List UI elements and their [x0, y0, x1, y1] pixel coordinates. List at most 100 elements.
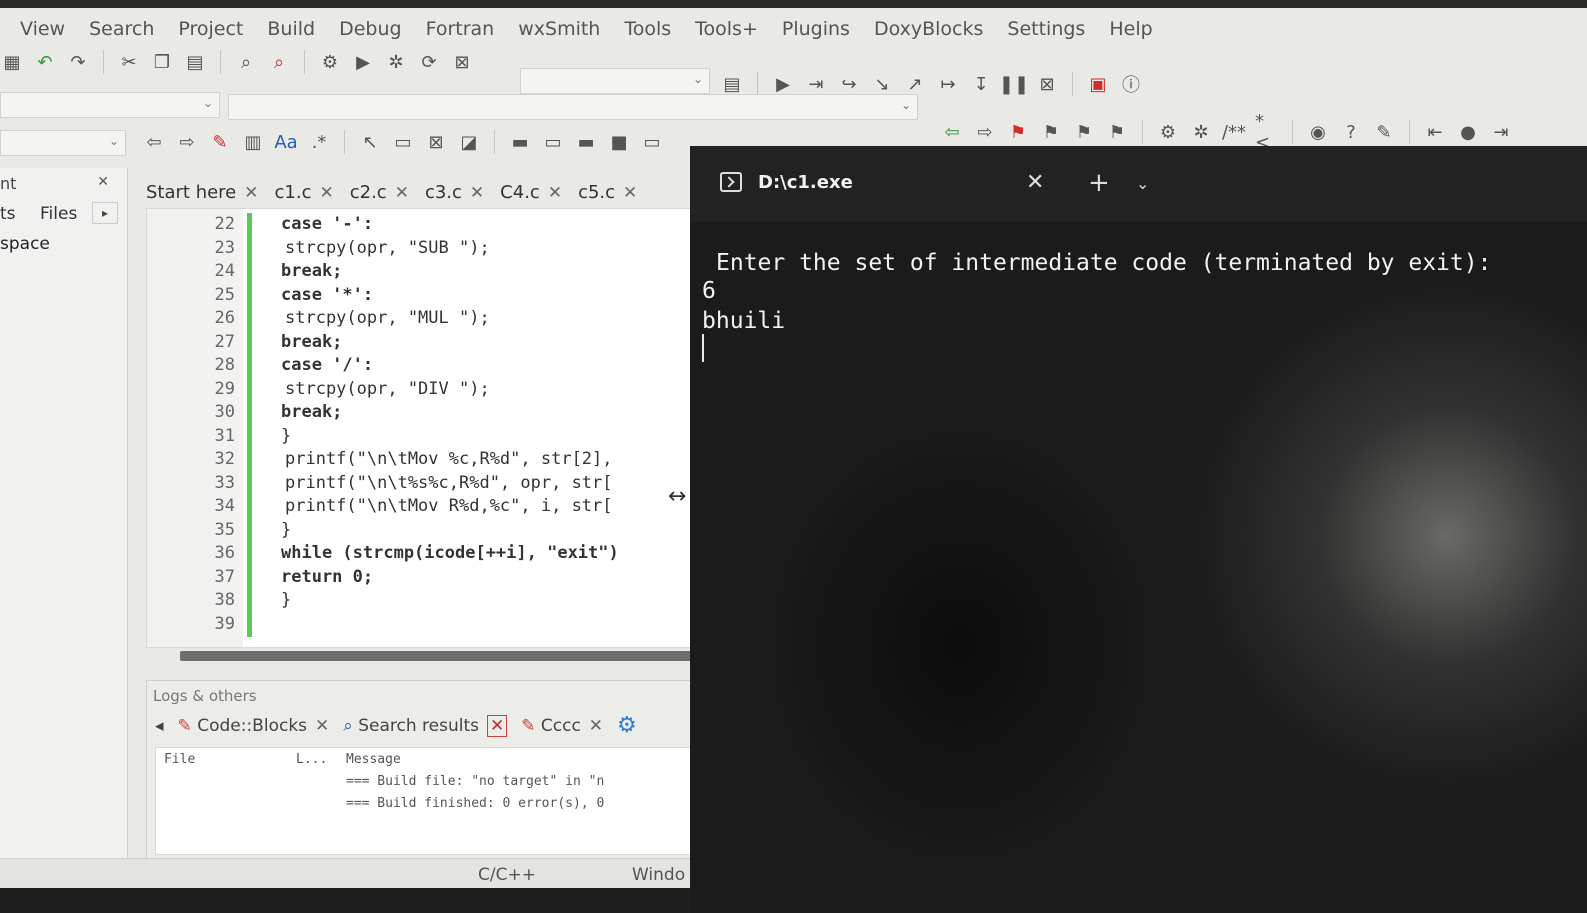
debug-window-icon[interactable]: ▤	[720, 72, 744, 96]
step-into-instruction-icon[interactable]: ↧	[969, 72, 993, 96]
close-icon[interactable]: ✕	[623, 183, 637, 203]
tab-files[interactable]: Files	[40, 204, 77, 224]
close-icon[interactable]: ✕	[548, 183, 562, 203]
build-target-combo[interactable]: ⌄	[520, 68, 710, 94]
workspace-node[interactable]: space	[0, 234, 50, 254]
horizontal-scrollbar[interactable]	[180, 651, 700, 661]
doxy-chm-icon[interactable]: ?	[1339, 120, 1363, 144]
bookmark-next-icon[interactable]: ⚑	[1072, 120, 1096, 144]
bookmark-prev-icon[interactable]: ⚑	[1039, 120, 1063, 144]
tab-search-results[interactable]: ⌕ Search results ✕	[343, 714, 508, 737]
menu-item-settings[interactable]: Settings	[1007, 18, 1085, 40]
tab-start-here[interactable]: Start here ✕	[138, 178, 267, 209]
save-all-icon[interactable]: ▦	[0, 50, 24, 74]
menu-item-plugins[interactable]: Plugins	[782, 18, 850, 40]
function-combo[interactable]: ⌄	[228, 94, 918, 120]
step-into-icon[interactable]: ↘	[870, 72, 894, 96]
close-icon[interactable]: ✕	[470, 183, 484, 203]
tab-c2[interactable]: c2.c ✕	[342, 178, 417, 209]
redo-icon[interactable]: ↷	[66, 50, 90, 74]
cut-icon[interactable]: ✂	[117, 50, 141, 74]
menu-item-build[interactable]: Build	[267, 18, 315, 40]
menu-item-project[interactable]: Project	[178, 18, 243, 40]
pause-icon[interactable]: ❚❚	[999, 72, 1029, 96]
terminal-window[interactable]: D:\c1.exe ✕ + ⌄ Enter the set of interme…	[690, 146, 1587, 913]
rebuild-icon[interactable]: ⟳	[417, 50, 441, 74]
doxy-extract-icon[interactable]: ✎	[1372, 120, 1396, 144]
fold-right-icon[interactable]: ⇥	[1489, 120, 1513, 144]
bookmark-toggle-icon[interactable]: ⚑	[1006, 120, 1030, 144]
doxy-html-icon[interactable]: ◉	[1306, 120, 1330, 144]
rectangle-icon[interactable]: ▭	[391, 130, 415, 154]
menu-item-search[interactable]: Search	[89, 18, 154, 40]
tab-c4[interactable]: C4.c ✕	[492, 178, 570, 209]
logs-scroll-left-icon[interactable]: ◂	[155, 716, 164, 736]
back-icon[interactable]: ⇦	[142, 130, 166, 154]
search-combo[interactable]: ⌄	[0, 130, 126, 156]
jump-back-icon[interactable]: ⇦	[940, 120, 964, 144]
close-icon[interactable]: ✕	[315, 716, 329, 736]
menu-item-tools[interactable]: Tools	[624, 18, 671, 40]
abort-icon[interactable]: ⊠	[450, 50, 474, 74]
menu-item-doxyblocks[interactable]: DoxyBlocks	[874, 18, 983, 40]
layout-d-icon[interactable]: ■	[607, 130, 631, 154]
doxy-block-comment-icon[interactable]: /**	[1222, 120, 1246, 144]
forward-icon[interactable]: ⇨	[175, 130, 199, 154]
doxy-line-comment-icon[interactable]: *<	[1255, 111, 1279, 153]
next-instruction-icon[interactable]: ↦	[936, 72, 960, 96]
next-line-icon[interactable]: ↪	[837, 72, 861, 96]
build-gear-icon[interactable]: ⚙	[318, 50, 342, 74]
jump-forward-icon[interactable]: ⇨	[973, 120, 997, 144]
fold-left-icon[interactable]: ⇤	[1423, 120, 1447, 144]
close-icon[interactable]: ✕	[1026, 170, 1044, 195]
menu-item-debug[interactable]: Debug	[339, 18, 401, 40]
layout-b-icon[interactable]: ▭	[541, 130, 565, 154]
code-editor[interactable]: 22 case '-': 23 strcpy(opr, "SUB "); 24 break…	[146, 208, 706, 648]
tab-projects[interactable]: ts	[0, 204, 16, 224]
copy-icon[interactable]: ❐	[150, 50, 174, 74]
dot-icon[interactable]: ●	[1456, 120, 1480, 144]
gear-icon[interactable]: ⚙	[617, 713, 637, 738]
debug-windows-icon[interactable]: ▣	[1086, 72, 1110, 96]
menu-item-wxsmith[interactable]: wxSmith	[518, 18, 600, 40]
debug-run-icon[interactable]: ▶	[771, 72, 795, 96]
selected-text-icon[interactable]: ▥	[241, 130, 265, 154]
highlight-icon[interactable]: ✎	[208, 130, 232, 154]
stop-debug-icon[interactable]: ⊠	[1035, 72, 1059, 96]
run-icon[interactable]: ▶	[351, 50, 375, 74]
scope-combo[interactable]: ⌄	[0, 92, 220, 118]
shape-icon[interactable]: ◪	[457, 130, 481, 154]
replace-icon[interactable]: ⌕	[267, 50, 291, 74]
match-case-icon[interactable]: Aa	[274, 130, 298, 154]
tab-scroll-right-icon[interactable]: ▸	[92, 202, 118, 224]
paste-icon[interactable]: ▤	[183, 50, 207, 74]
close-icon[interactable]: ✕	[244, 183, 258, 203]
layout-a-icon[interactable]: ▬	[508, 130, 532, 154]
step-out-icon[interactable]: ↗	[903, 72, 927, 96]
close-icon[interactable]: ✕	[486, 714, 508, 737]
menu-item-help[interactable]: Help	[1109, 18, 1152, 40]
regex-icon[interactable]: .*	[307, 130, 331, 154]
tab-c5[interactable]: c5.c ✕	[570, 178, 645, 209]
close-icon[interactable]: ✕	[395, 183, 409, 203]
find-icon[interactable]: ⌕	[234, 50, 258, 74]
doxy-run-icon[interactable]: ✲	[1189, 120, 1213, 144]
run-to-cursor-icon[interactable]: ⇥	[804, 72, 828, 96]
doxy-config-icon[interactable]: ⚙	[1156, 120, 1180, 144]
layout-e-icon[interactable]: ▭	[640, 130, 664, 154]
debug-info-icon[interactable]: ⓘ	[1119, 72, 1143, 96]
close-icon[interactable]: ✕	[319, 183, 333, 203]
tab-codeblocks-log[interactable]: ✎ Code::Blocks ✕	[178, 716, 330, 736]
close-icon[interactable]: ✕	[97, 174, 109, 190]
chevron-down-icon[interactable]: ⌄	[1136, 174, 1149, 193]
bookmark-clear-icon[interactable]: ⚑	[1105, 120, 1129, 144]
tab-cccc[interactable]: ✎ Cccc ✕	[521, 716, 603, 736]
diagram-icon[interactable]: ⊠	[424, 130, 448, 154]
build-run-icon[interactable]: ✲	[384, 50, 408, 74]
undo-icon[interactable]: ↶	[33, 50, 57, 74]
terminal-tab-title[interactable]: D:\c1.exe	[758, 172, 853, 193]
layout-c-icon[interactable]: ▬	[574, 130, 598, 154]
pointer-icon[interactable]: ↖	[358, 130, 382, 154]
menu-item-fortran[interactable]: Fortran	[426, 18, 495, 40]
new-tab-icon[interactable]: +	[1088, 168, 1110, 198]
